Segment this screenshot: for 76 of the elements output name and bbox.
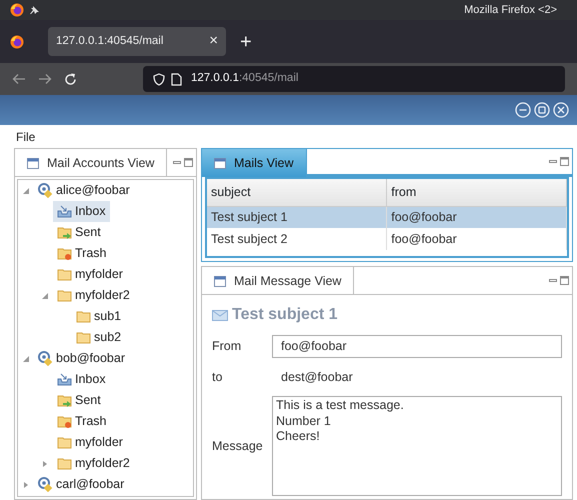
- pin-icon: [30, 5, 40, 15]
- tree-item[interactable]: Inbox: [53, 201, 110, 222]
- message-body-field[interactable]: This is a test message. Number 1 Cheers!: [272, 396, 562, 496]
- table-cell[interactable]: Test subject 1: [207, 206, 387, 228]
- expand-toggle-icon[interactable]: [42, 292, 48, 298]
- folder-icon: [57, 456, 72, 471]
- envelope-icon: [212, 309, 228, 321]
- folder-arrow-icon: [57, 393, 72, 408]
- window-icon: [214, 276, 226, 286]
- maximize-icon[interactable]: [560, 157, 569, 166]
- folder-icon: [57, 267, 72, 282]
- column-header[interactable]: from: [386, 179, 566, 206]
- tree-item[interactable]: Inbox: [53, 369, 110, 390]
- message-subject: Test subject 1: [232, 305, 338, 325]
- folder-icon: [76, 330, 91, 345]
- table-cell[interactable]: foo@foobar: [386, 228, 566, 250]
- maximize-icon[interactable]: [184, 158, 193, 167]
- back-icon[interactable]: [12, 73, 26, 85]
- tree-item[interactable]: myfolder2: [53, 285, 134, 306]
- table-cell[interactable]: foo@foobar: [386, 206, 566, 228]
- maximize-icon[interactable]: [560, 276, 569, 285]
- field-value: dest@foobar: [280, 368, 353, 386]
- firefox-icon[interactable]: [10, 34, 24, 48]
- forward-icon[interactable]: [38, 73, 52, 85]
- tree-item[interactable]: Sent: [53, 222, 105, 243]
- menu-item[interactable]: File: [16, 128, 36, 146]
- field-label: From: [212, 338, 242, 356]
- url-text: 127.0.0.1:40545/mail: [191, 71, 298, 86]
- new-tab-button[interactable]: +: [240, 26, 252, 56]
- expand-toggle-icon[interactable]: [23, 482, 29, 488]
- tree-item[interactable]: Trash: [53, 243, 110, 264]
- browser-tab[interactable]: 127.0.0.1:40545/mail ×: [48, 27, 226, 56]
- view-tab[interactable]: Mail Accounts View: [15, 149, 168, 177]
- input-field[interactable]: foo@foobar: [272, 335, 562, 358]
- expand-toggle-icon[interactable]: [23, 356, 29, 362]
- view-tab[interactable]: Mails View: [202, 149, 307, 177]
- field-label: to: [212, 368, 224, 386]
- tree-item[interactable]: sub2: [72, 327, 126, 348]
- folder-arrow-icon: [57, 225, 72, 240]
- folder-icon: [76, 309, 91, 324]
- minimize-icon[interactable]: [515, 102, 531, 118]
- tree-item[interactable]: myfolder2: [53, 453, 134, 474]
- table-cell[interactable]: Test subject 2: [207, 228, 387, 250]
- tree-item[interactable]: bob@foobar: [34, 348, 129, 369]
- expand-toggle-icon[interactable]: [42, 460, 48, 466]
- minimize-icon[interactable]: [549, 158, 557, 166]
- column-header[interactable]: subject: [207, 179, 387, 206]
- folder-icon: [57, 435, 72, 450]
- reload-icon[interactable]: [64, 72, 77, 86]
- tree-item[interactable]: sub1: [72, 306, 126, 327]
- minimize-icon[interactable]: [173, 158, 181, 166]
- close-icon[interactable]: [553, 102, 569, 118]
- tree-item[interactable]: Sent: [53, 390, 105, 411]
- tree-item[interactable]: myfolder: [53, 432, 127, 453]
- shield-icon: [153, 72, 165, 86]
- page-icon: [171, 72, 182, 86]
- expand-toggle-icon[interactable]: [23, 188, 29, 194]
- inbox-icon: [57, 372, 72, 387]
- tree-item[interactable]: carl@foobar: [34, 474, 128, 495]
- close-tab-button[interactable]: ×: [209, 30, 218, 53]
- address-bar[interactable]: 127.0.0.1:40545/mail: [143, 66, 565, 92]
- minimize-icon[interactable]: [549, 276, 557, 284]
- inbox-icon: [57, 204, 72, 219]
- window-title: Mozilla Firefox <2>: [464, 2, 557, 18]
- folder-badge-icon: [57, 414, 72, 429]
- tree-item[interactable]: myfolder: [53, 264, 127, 285]
- folder-badge-icon: [57, 246, 72, 261]
- field-label: Message: [212, 438, 264, 456]
- tab-title: 127.0.0.1:40545/mail: [56, 34, 164, 49]
- tree-item[interactable]: alice@foobar: [34, 180, 134, 201]
- window-icon: [214, 158, 226, 168]
- window-icon: [27, 158, 39, 168]
- folder-icon: [57, 288, 72, 303]
- view-tab[interactable]: Mail Message View: [202, 267, 354, 295]
- firefox-icon: [10, 3, 24, 17]
- tree-item[interactable]: Trash: [53, 411, 110, 432]
